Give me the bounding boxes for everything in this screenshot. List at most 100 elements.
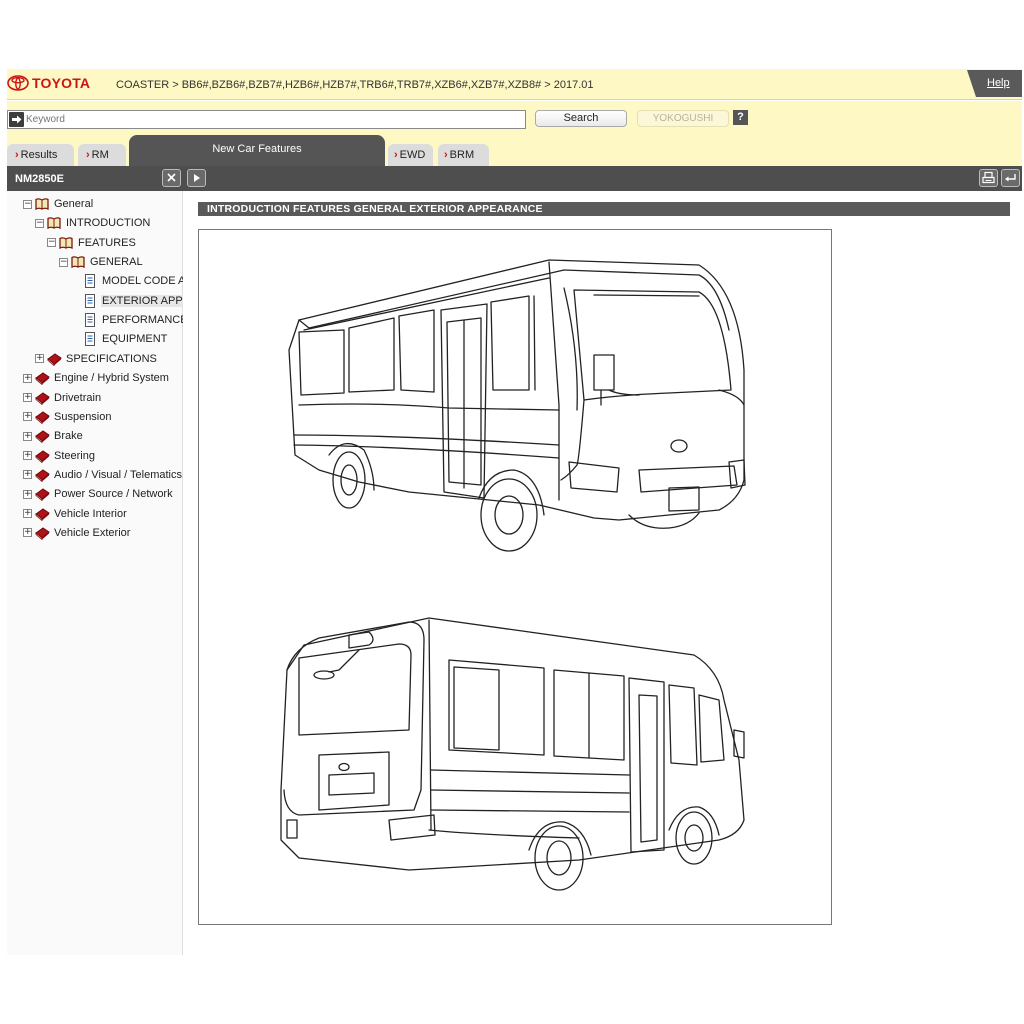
tree-item-label: EQUIPMENT	[102, 333, 168, 346]
chevron-right-icon: ›	[15, 149, 19, 161]
help-label: Help	[987, 77, 1010, 89]
tree-item[interactable]: + Steering	[23, 448, 96, 464]
tab-rm[interactable]: › RM	[78, 144, 126, 166]
expand-icon[interactable]: +	[23, 393, 32, 402]
expand-icon[interactable]: +	[23, 509, 32, 519]
closed-book-icon	[34, 429, 50, 444]
tree-item[interactable]: + Engine / Hybrid System	[23, 370, 170, 386]
brand-name: TOYOTA	[32, 75, 91, 91]
tree-item[interactable]: − GENERAL	[59, 254, 144, 270]
collapse-icon[interactable]: −	[23, 199, 32, 209]
closed-book-icon	[34, 526, 50, 541]
closed-book-icon	[34, 410, 50, 425]
play-icon[interactable]	[187, 169, 206, 187]
tab-ewd[interactable]: › EWD	[388, 144, 433, 166]
tree-item[interactable]: − General	[23, 196, 94, 212]
bus-line-drawing	[280, 259, 746, 891]
document-id: NM2850E	[15, 173, 64, 185]
tree-item-label: Vehicle Interior	[54, 507, 127, 520]
bus-rear-view	[280, 617, 745, 891]
tree-item[interactable]: − FEATURES	[47, 235, 137, 251]
toyota-logo-icon	[7, 75, 29, 91]
tree-item-label: FEATURES	[78, 236, 136, 249]
tab-brm[interactable]: › BRM	[438, 144, 489, 166]
keyword-input[interactable]	[25, 111, 523, 128]
brand: TOYOTA	[7, 75, 90, 91]
search-button[interactable]: Search	[535, 110, 627, 127]
return-icon[interactable]	[1001, 169, 1020, 187]
collapse-icon[interactable]: −	[35, 218, 44, 228]
expand-icon[interactable]: +	[35, 354, 44, 364]
tree-item[interactable]: + Audio / Visual / Telematics	[23, 467, 183, 483]
closed-book-icon	[34, 507, 50, 521]
tree-item-label: SPECIFICATIONS	[66, 352, 157, 365]
open-book-icon	[46, 216, 62, 230]
expand-icon[interactable]: +	[23, 373, 32, 383]
open-book-icon	[70, 255, 86, 269]
tree-item[interactable]: + SPECIFICATIONS	[35, 351, 158, 367]
print-icon[interactable]	[979, 169, 998, 187]
collapse-icon[interactable]: −	[59, 257, 68, 267]
tab-bar: › Results › RM New Car Features › EWD › BRM	[7, 135, 1022, 166]
tree-item[interactable]: + Drivetrain	[23, 390, 102, 406]
closed-book-icon	[46, 352, 62, 367]
tree-item[interactable]: PERFORMANCE	[82, 312, 183, 328]
chevron-right-icon: ›	[86, 149, 90, 161]
tree-item-label: Power Source / Network	[54, 488, 173, 501]
arrow-right-icon	[9, 112, 24, 127]
tree-item[interactable]: + Suspension	[23, 409, 113, 425]
bus-front-view	[288, 259, 746, 552]
help-question-icon[interactable]: ?	[733, 110, 748, 125]
content-toolbar	[183, 166, 1022, 191]
tree-item[interactable]: + Power Source / Network	[23, 486, 174, 502]
expand-icon[interactable]: +	[23, 431, 32, 441]
tree-item-label: Steering	[54, 449, 95, 462]
tree-item-label: Drivetrain	[54, 391, 102, 404]
tree-item-label: Brake	[54, 430, 83, 443]
tab-label: RM	[91, 149, 109, 161]
closed-book-icon	[34, 449, 50, 463]
tree-item[interactable]: − INTRODUCTION	[35, 215, 151, 231]
document-icon	[82, 274, 98, 289]
tree-item[interactable]: + Brake	[23, 428, 84, 444]
search-bar: Search YOKOGUSHI ?	[7, 101, 1022, 135]
close-icon[interactable]	[162, 169, 181, 187]
tree-item-label: Audio / Visual / Telematics	[54, 468, 182, 481]
expand-icon[interactable]: +	[23, 451, 32, 461]
collapse-icon[interactable]: −	[47, 238, 56, 248]
chevron-right-icon: ›	[394, 149, 398, 161]
expand-icon[interactable]: +	[23, 412, 32, 422]
yokogushi-button[interactable]: YOKOGUSHI	[637, 110, 729, 127]
closed-book-icon	[34, 468, 50, 483]
tab-label: Results	[20, 149, 58, 161]
document-icon	[82, 313, 98, 328]
document-icon	[82, 293, 98, 308]
closed-book-icon	[34, 371, 50, 386]
breadcrumb: COASTER > BB6#,BZB6#,BZB7#,HZB6#,HZB7#,T…	[116, 79, 594, 91]
top-header: TOYOTA COASTER > BB6#,BZB6#,BZB7#,HZB6#,…	[7, 69, 1022, 100]
tree-item-label: PERFORMANCE	[102, 314, 183, 327]
tree-item-label: Suspension	[54, 410, 112, 423]
closed-book-icon	[34, 391, 50, 405]
tree-item[interactable]: + Vehicle Exterior	[23, 525, 131, 541]
tree-item[interactable]: EXTERIOR APPEAR	[82, 293, 183, 309]
exterior-illustration	[198, 229, 832, 925]
expand-icon[interactable]: +	[23, 470, 32, 480]
document-icon	[82, 332, 98, 347]
chevron-right-icon: ›	[444, 149, 448, 161]
navigation-tree: − General − INTRODUCTION − FEATURES − GENERAL MO…	[7, 191, 183, 955]
help-button[interactable]: Help	[967, 70, 1022, 97]
tab-new-car-features[interactable]: New Car Features	[129, 135, 385, 166]
expand-icon[interactable]: +	[23, 489, 32, 499]
tree-item-label: EXTERIOR APPEAR	[101, 294, 183, 307]
expand-icon[interactable]: +	[23, 528, 32, 538]
open-book-icon	[58, 236, 74, 250]
tree-item[interactable]: EQUIPMENT	[82, 331, 168, 347]
keyword-field	[7, 110, 526, 129]
tree-item-label: General	[54, 198, 94, 210]
tree-item[interactable]: MODEL CODE AND	[82, 273, 183, 289]
tree-item[interactable]: + Vehicle Interior	[23, 506, 128, 522]
tree-container: − General − INTRODUCTION − FEATURES − GENERAL MO…	[7, 191, 183, 955]
app-window: TOYOTA COASTER > BB6#,BZB6#,BZB7#,HZB6#,…	[7, 69, 1022, 955]
tab-results[interactable]: › Results	[7, 144, 74, 166]
